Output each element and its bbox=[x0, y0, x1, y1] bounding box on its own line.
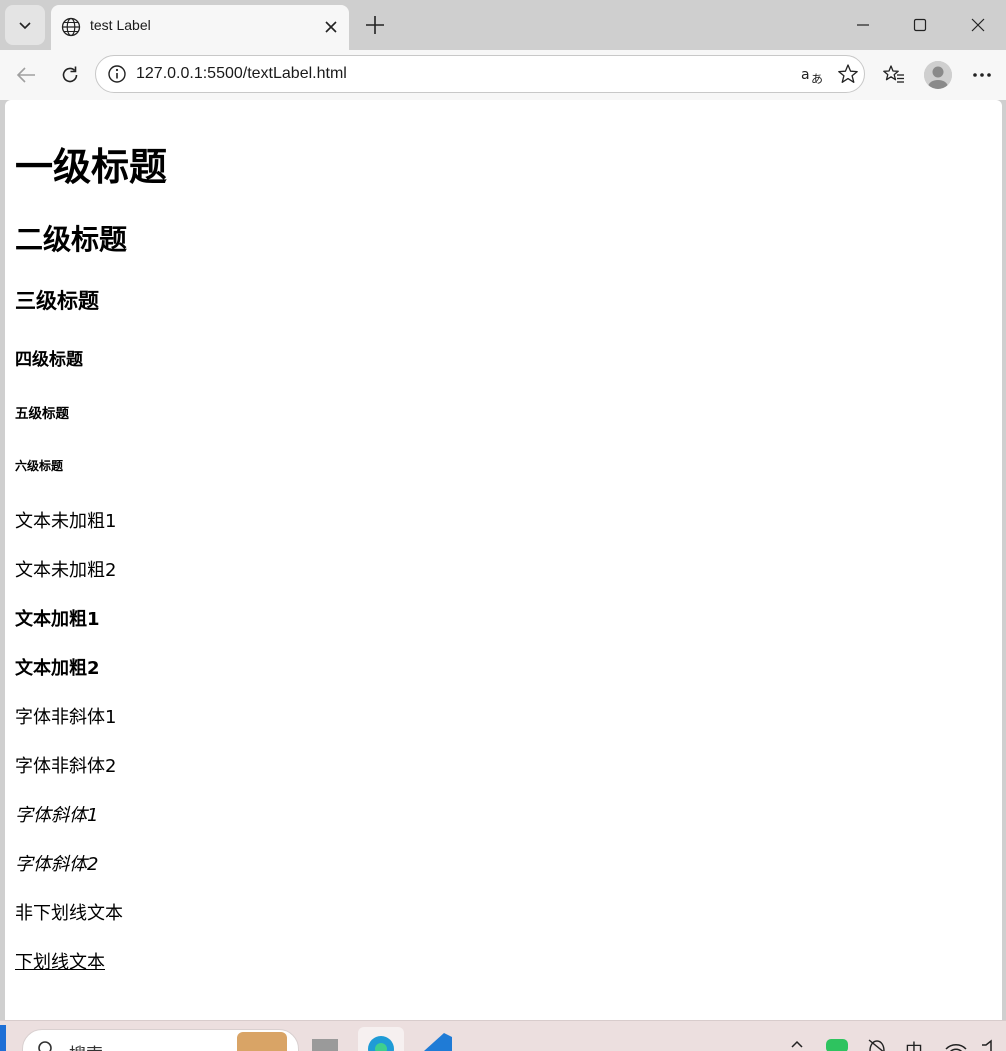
text-bold-1: 文本加粗1 bbox=[15, 609, 100, 630]
search-placeholder: 搜索 bbox=[69, 1040, 103, 1051]
text-not-underlined: 非下划线文本 bbox=[15, 903, 123, 924]
chevron-down-icon bbox=[17, 17, 33, 33]
active-tab[interactable]: test Label bbox=[51, 5, 349, 50]
heading-level-5: 五级标题 bbox=[15, 406, 69, 422]
taskbar-vscode-icon[interactable] bbox=[420, 1031, 454, 1051]
svg-text:a: a bbox=[801, 67, 810, 83]
text-italic-1: 字体斜体1 bbox=[15, 805, 99, 826]
heading-level-4: 四级标题 bbox=[15, 350, 83, 370]
os-taskbar: 搜索 中 bbox=[0, 1020, 1006, 1051]
maximize-button[interactable] bbox=[900, 8, 940, 42]
chevron-up-icon[interactable] bbox=[790, 1039, 804, 1049]
search-highlight-icon bbox=[237, 1032, 287, 1051]
favorites-icon bbox=[882, 64, 906, 86]
task-view-icon[interactable] bbox=[312, 1039, 338, 1051]
close-window-button[interactable] bbox=[958, 8, 998, 42]
heading-level-1: 一级标题 bbox=[15, 145, 168, 189]
more-options-button[interactable] bbox=[967, 60, 997, 90]
text-not-bold-1: 文本未加粗1 bbox=[15, 511, 117, 532]
text-underlined: 下划线文本 bbox=[15, 952, 105, 973]
arrow-left-icon bbox=[15, 64, 37, 86]
refresh-icon bbox=[59, 64, 81, 86]
text-not-italic-2: 字体非斜体2 bbox=[15, 756, 117, 777]
wechat-tray-icon[interactable] bbox=[826, 1039, 848, 1051]
globe-icon bbox=[60, 16, 82, 38]
search-icon bbox=[37, 1040, 57, 1051]
taskbar-search-box[interactable]: 搜索 bbox=[22, 1029, 299, 1051]
text-italic-2: 字体斜体2 bbox=[15, 854, 99, 875]
volume-icon[interactable] bbox=[980, 1039, 1002, 1051]
info-icon[interactable] bbox=[107, 64, 127, 84]
url-text[interactable]: 127.0.0.1:5500/textLabel.html bbox=[136, 65, 347, 83]
text-not-italic-1: 字体非斜体1 bbox=[15, 707, 117, 728]
text-not-bold-2: 文本未加粗2 bbox=[15, 560, 117, 581]
tab-close-button[interactable] bbox=[320, 16, 342, 38]
svg-text:あ: あ bbox=[811, 72, 823, 86]
ime-indicator[interactable]: 中 bbox=[905, 1037, 923, 1051]
tab-actions-menu-button[interactable] bbox=[5, 5, 45, 45]
close-icon bbox=[325, 21, 337, 33]
tab-title: test Label bbox=[90, 17, 151, 33]
heading-level-6: 六级标题 bbox=[15, 459, 64, 473]
translate-icon[interactable]: a あ bbox=[801, 64, 825, 86]
taskbar-edge-button[interactable] bbox=[358, 1027, 404, 1051]
browser-toolbar: 127.0.0.1:5500/textLabel.html a あ bbox=[0, 50, 1006, 100]
close-icon bbox=[971, 18, 985, 32]
favorites-button[interactable] bbox=[879, 60, 909, 90]
maximize-icon bbox=[913, 18, 927, 32]
new-tab-button[interactable] bbox=[361, 11, 389, 39]
page-viewport: 一级标题 二级标题 三级标题 四级标题 五级标题 六级标题 文本未加粗1 文本未… bbox=[5, 100, 1002, 1020]
heading-level-2: 二级标题 bbox=[15, 223, 128, 256]
heading-level-3: 三级标题 bbox=[15, 289, 99, 313]
star-icon[interactable] bbox=[837, 63, 859, 85]
text-bold-2: 文本加粗2 bbox=[15, 658, 100, 679]
minimize-icon bbox=[856, 18, 870, 32]
minimize-button[interactable] bbox=[843, 8, 883, 42]
address-bar[interactable]: 127.0.0.1:5500/textLabel.html a あ bbox=[95, 55, 865, 93]
tab-strip: test Label bbox=[0, 0, 1006, 50]
back-button[interactable] bbox=[11, 60, 41, 90]
refresh-button[interactable] bbox=[55, 60, 85, 90]
wifi-icon[interactable] bbox=[944, 1039, 968, 1051]
plus-icon bbox=[365, 15, 385, 35]
avatar-icon[interactable] bbox=[924, 61, 952, 89]
start-button-edge[interactable] bbox=[0, 1025, 6, 1051]
more-icon bbox=[972, 72, 992, 78]
notifications-off-icon[interactable] bbox=[866, 1037, 888, 1051]
